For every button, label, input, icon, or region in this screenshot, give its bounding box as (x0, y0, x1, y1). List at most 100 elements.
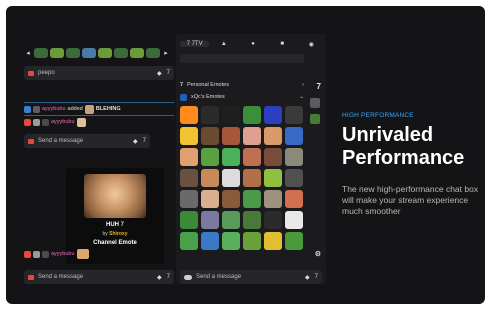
emote[interactable] (222, 127, 240, 145)
ffz-icon: ■ (280, 41, 285, 47)
input-placeholder: Send a message (38, 138, 84, 144)
smile-icon[interactable]: ◆ (133, 138, 138, 145)
emote[interactable] (180, 169, 198, 187)
emote[interactable] (201, 232, 219, 250)
chat-input-top[interactable]: peepo ◆ 7 (24, 66, 174, 80)
emote[interactable] (285, 190, 303, 208)
arrow-right-icon[interactable]: ▸ (162, 49, 170, 57)
emote[interactable] (201, 169, 219, 187)
emote[interactable] (243, 169, 261, 187)
toggle-icon[interactable] (184, 274, 192, 280)
emote[interactable] (222, 169, 240, 187)
chat-input-bottom[interactable]: Send a message ◆ 7 (24, 270, 174, 284)
author-name[interactable]: Shiroxy (109, 231, 127, 237)
emote[interactable] (264, 148, 282, 166)
set-personal-emotes[interactable]: 7 Personal Emotes › (180, 80, 304, 90)
emote[interactable] (264, 127, 282, 145)
picker-chat-input[interactable]: Send a message ◆ 7 (180, 270, 322, 284)
chat-message-bottom: ayyybubu (24, 248, 89, 260)
chevron-right-icon: › (302, 82, 304, 88)
emote[interactable] (201, 106, 219, 124)
bttv-icon: ● (251, 41, 255, 47)
record-icon (28, 70, 34, 76)
emote[interactable] (180, 211, 198, 229)
emote[interactable] (243, 106, 261, 124)
tab-twitch[interactable]: ▲ (209, 41, 238, 47)
prime-badge-icon (42, 250, 49, 258)
emote[interactable] (285, 106, 303, 124)
chat-username[interactable]: ayyybubu (51, 119, 75, 125)
chevron-down-icon: ⌄ (299, 94, 304, 100)
emote-set-icon[interactable] (310, 114, 320, 124)
emote[interactable] (285, 148, 303, 166)
7tv-icon[interactable]: 7 (143, 138, 146, 144)
emote-card-image (84, 174, 146, 218)
7tv-badge-icon (24, 105, 31, 113)
emote[interactable] (222, 106, 240, 124)
emote[interactable] (243, 148, 261, 166)
smile-icon[interactable]: ◆ (157, 70, 162, 77)
emote-thumb[interactable] (98, 48, 112, 58)
emote-name: BLEHING (95, 106, 121, 112)
chat-username[interactable]: ayyybubu (42, 106, 66, 112)
tab-7tv[interactable]: 7 7TV (180, 41, 210, 47)
7tv-icon[interactable]: 7 (167, 70, 170, 76)
tab-emoji[interactable]: ◉ (297, 41, 326, 48)
emote-thumb[interactable] (50, 48, 64, 58)
emote[interactable] (222, 148, 240, 166)
emote[interactable] (243, 127, 261, 145)
emote[interactable] (180, 190, 198, 208)
emote[interactable] (264, 232, 282, 250)
emote[interactable] (264, 190, 282, 208)
sub-badge-icon (33, 118, 40, 126)
channel-avatar (180, 93, 187, 101)
tab-ffz[interactable]: ■ (268, 41, 297, 47)
settings-icon[interactable]: ⚙ (315, 250, 321, 258)
emote-image (84, 104, 94, 114)
emote-thumb[interactable] (66, 48, 80, 58)
emote[interactable] (180, 232, 198, 250)
description: The new high-performance chat box will m… (342, 184, 479, 216)
chat-username[interactable]: ayyybubu (51, 251, 75, 257)
channel-set-icon[interactable] (310, 98, 320, 108)
chat-input-middle[interactable]: Send a message ◆ 7 (24, 134, 150, 148)
emote[interactable] (222, 232, 240, 250)
emote[interactable] (264, 169, 282, 187)
set-channel-emotes[interactable]: xQc's Emotes ⌄ (180, 92, 304, 102)
emote[interactable] (201, 211, 219, 229)
emote[interactable] (243, 190, 261, 208)
emote[interactable] (264, 211, 282, 229)
emote-thumb[interactable] (114, 48, 128, 58)
moderator-badge-icon (24, 250, 31, 258)
emote[interactable] (285, 127, 303, 145)
emote-thumb[interactable] (130, 48, 144, 58)
arrow-left-icon[interactable]: ◂ (24, 49, 32, 57)
emote-thumb[interactable] (34, 48, 48, 58)
picker-tabs: 7 7TV ▲ ● ■ ◉ (176, 38, 326, 50)
emote[interactable] (201, 190, 219, 208)
emote[interactable] (180, 106, 198, 124)
emote[interactable] (285, 211, 303, 229)
emote[interactable] (243, 232, 261, 250)
tab-bttv[interactable]: ● (238, 41, 267, 47)
emote[interactable] (222, 211, 240, 229)
chat-message: ayyybubu (24, 116, 86, 128)
emote-picker: 7 7TV ▲ ● ■ ◉ 7 Personal Emotes › xQc's … (176, 34, 326, 284)
emote[interactable] (285, 169, 303, 187)
smile-icon[interactable]: ◆ (305, 274, 310, 281)
smile-icon[interactable]: ◆ (157, 274, 162, 281)
emote[interactable] (180, 127, 198, 145)
emote-thumb[interactable] (82, 48, 96, 58)
7tv-icon[interactable]: 7 (317, 82, 321, 91)
emote[interactable] (201, 148, 219, 166)
emote[interactable] (180, 148, 198, 166)
emote[interactable] (243, 211, 261, 229)
emote[interactable] (264, 106, 282, 124)
emote[interactable] (201, 127, 219, 145)
emote[interactable] (285, 232, 303, 250)
emote-search-input[interactable] (180, 54, 304, 63)
emote[interactable] (222, 190, 240, 208)
emote-thumb[interactable] (146, 48, 160, 58)
7tv-icon[interactable]: 7 (167, 274, 170, 280)
7tv-icon[interactable]: 7 (315, 274, 318, 280)
